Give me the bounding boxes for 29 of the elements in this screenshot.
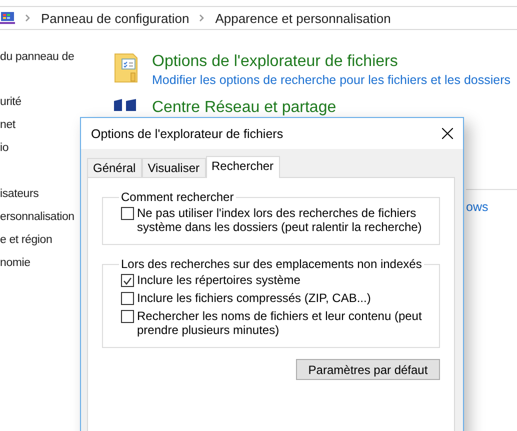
monitors-icon: [114, 99, 138, 113]
category-link[interactable]: Modifier les options de recherche pour les fichiers et les dossiers: [152, 73, 511, 87]
chevron-icon: [199, 14, 206, 22]
checkbox[interactable]: [121, 292, 134, 305]
group-legend: Lors des recherches sur des emplacements non indexés: [119, 257, 424, 271]
breadcrumb-item[interactable]: Panneau de configuration: [41, 10, 190, 26]
chevron-icon: [25, 14, 31, 22]
tab[interactable]: Rechercher: [206, 156, 280, 178]
checkbox[interactable]: [121, 310, 134, 323]
category-title[interactable]: Centre Réseau et partage: [152, 99, 336, 117]
dialog-title: Options de l'explorateur de fichiers: [91, 126, 284, 140]
checkbox[interactable]: [121, 274, 134, 287]
restore-defaults-button[interactable]: Paramètres par défaut: [296, 359, 440, 380]
breadcrumb-item[interactable]: Apparence et personnalisation: [215, 10, 391, 26]
sidebar-link[interactable]: du panneau de: [0, 49, 114, 94]
category-link[interactable]: ows: [466, 200, 488, 214]
tab[interactable]: Visualiser: [142, 158, 206, 177]
close-icon[interactable]: [442, 128, 453, 139]
folder-options-icon: [114, 53, 138, 83]
category-title[interactable]: Options de l'explorateur de fichiers: [152, 53, 511, 71]
option-label: Ne pas utiliser l'index lors des recherches de fichiers système dans les dossiers (peut ralentir la recherche): [137, 206, 423, 234]
tab[interactable]: Général: [87, 158, 142, 177]
checkbox[interactable]: [121, 207, 134, 220]
option-label: Rechercher les noms de fichiers et leur contenu (peut prendre plusieurs minutes): [137, 309, 423, 337]
group-legend: Comment rechercher: [119, 190, 236, 204]
sidebar-link[interactable]: urité: [0, 94, 114, 117]
option-label: Inclure les fichiers compressés (ZIP, CAB...): [137, 291, 371, 305]
option-label: Inclure les répertoires système: [137, 273, 300, 287]
control-panel-icon: [0, 12, 15, 24]
